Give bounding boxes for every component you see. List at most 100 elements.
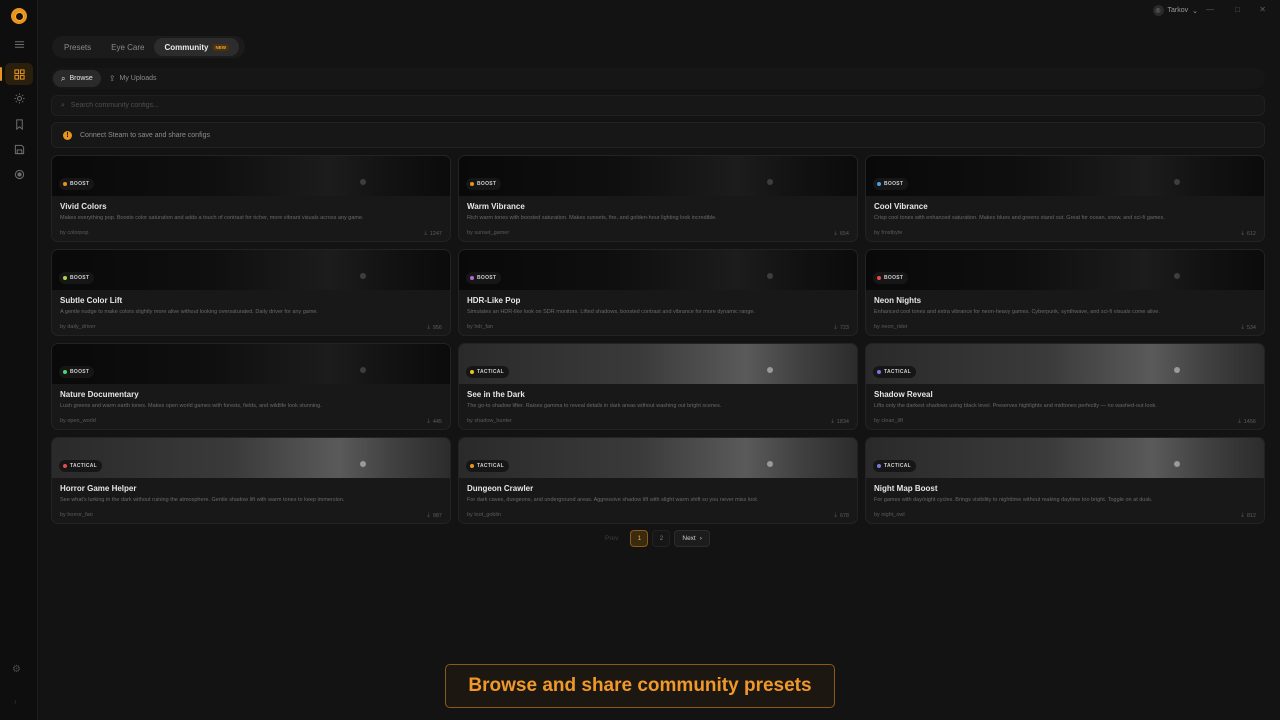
category-badge: TACTICAL (466, 460, 510, 472)
preset-preview: BOOST (459, 156, 857, 196)
download-count-value: 812 (1246, 512, 1256, 519)
next-button[interactable]: Next › (674, 530, 710, 547)
bookmark-icon[interactable] (5, 113, 33, 135)
search-icon: ⌕ (61, 101, 65, 109)
pagination: Prev 1 2 Next › (597, 530, 710, 547)
category-label: BOOST (477, 275, 497, 281)
category-dot (470, 370, 474, 374)
search-input[interactable] (70, 102, 471, 109)
preset-card[interactable]: TACTICAL Night Map Boost For games with … (865, 437, 1265, 524)
preset-description: The go-to shadow lifter. Raises gamma to… (467, 403, 722, 409)
my-uploads-button[interactable]: ⇪ My Uploads (101, 70, 165, 87)
gear-icon[interactable]: ⚙ (12, 664, 21, 675)
user-name: Tarkov (1167, 7, 1189, 14)
page-2-button[interactable]: 2 (652, 530, 671, 547)
preview-handle (767, 367, 773, 373)
preset-card[interactable]: BOOST Cool Vibrance Crisp cool tones wit… (865, 155, 1265, 242)
preset-description: Simulates an HDR-like look on SDR monito… (467, 309, 755, 315)
record-icon[interactable] (5, 163, 33, 185)
user-menu[interactable]: ◎ Tarkov ⌄ (1152, 5, 1198, 16)
collapse-icon[interactable]: › (14, 697, 17, 706)
preset-card[interactable]: TACTICAL See in the Dark The go-to shado… (458, 343, 858, 430)
preset-title: Nature Documentary (60, 390, 139, 399)
download-icon: ⤓ (834, 512, 837, 518)
download-icon: ⤓ (427, 324, 430, 330)
tab-label: Presets (64, 42, 92, 52)
download-icon: ⤓ (1241, 230, 1244, 236)
preset-preview: BOOST (52, 250, 450, 290)
preset-author: by frostbyte (874, 230, 903, 236)
maximize-button[interactable]: □ (1235, 5, 1240, 14)
sun-icon[interactable] (5, 87, 33, 109)
category-label: TACTICAL (477, 463, 505, 469)
preset-description: For dark caves, dungeons, and undergroun… (467, 497, 759, 503)
category-dot (63, 370, 67, 374)
preset-card[interactable]: BOOST Warm Vibrance Rich warm tones with… (458, 155, 858, 242)
preset-card[interactable]: BOOST HDR-Like Pop Simulates an HDR-like… (458, 249, 858, 336)
preview-handle (767, 273, 773, 279)
app-logo (11, 8, 27, 24)
download-icon: ⤓ (1238, 418, 1241, 424)
category-dot (63, 182, 67, 186)
download-count: ⤓ 654 (834, 230, 849, 237)
menu-icon[interactable] (5, 33, 33, 55)
preset-title: Subtle Color Lift (60, 296, 123, 305)
preset-description: A gentle nudge to make colors slightly m… (60, 309, 319, 315)
category-badge: BOOST (466, 272, 502, 284)
community-subnav: ⌕ Browse ⇪ My Uploads (51, 68, 1265, 89)
preset-author: by open_world (60, 418, 96, 424)
download-icon: ⤓ (834, 324, 837, 330)
preset-description: Rich warm tones with boosted saturation.… (467, 215, 717, 221)
preset-preview: BOOST (866, 156, 1264, 196)
preset-card[interactable]: BOOST Subtle Color Lift A gentle nudge t… (51, 249, 451, 336)
steam-notice: ! Connect Steam to save and share config… (51, 122, 1265, 148)
grid-icon[interactable] (0, 63, 33, 85)
category-label: BOOST (884, 181, 904, 187)
tab-eye-care[interactable]: Eye Care (101, 38, 154, 56)
download-icon: ⤓ (834, 230, 837, 236)
preset-description: For games with day/night cycles. Brings … (874, 497, 1153, 503)
prev-button[interactable]: Prev (597, 530, 626, 547)
preset-author: by sunset_gamer (467, 230, 510, 236)
preset-description: Lush greens and warm earth tones. Makes … (60, 403, 322, 409)
preview-handle (1174, 461, 1180, 467)
tab-community[interactable]: Community NEW (154, 38, 239, 56)
category-dot (877, 370, 881, 374)
category-badge: TACTICAL (873, 366, 917, 378)
next-label: Next (682, 535, 696, 542)
category-label: BOOST (477, 181, 497, 187)
preset-author: by horror_fan (60, 512, 93, 518)
preset-card[interactable]: BOOST Neon Nights Enhanced cool tones an… (865, 249, 1265, 336)
preset-card[interactable]: BOOST Vivid Colors Makes everything pop.… (51, 155, 451, 242)
tab-presets[interactable]: Presets (54, 38, 101, 56)
download-count-value: 1834 (836, 418, 849, 425)
browse-button[interactable]: ⌕ Browse (53, 70, 101, 87)
preset-grid: BOOST Vivid Colors Makes everything pop.… (51, 155, 1265, 524)
preset-preview: BOOST (459, 250, 857, 290)
preset-preview: TACTICAL (459, 438, 857, 478)
preset-title: Horror Game Helper (60, 484, 137, 493)
preset-card[interactable]: TACTICAL Shadow Reveal Lifts only the da… (865, 343, 1265, 430)
preview-handle (360, 179, 366, 185)
minimize-button[interactable]: — (1206, 5, 1214, 14)
preset-card[interactable]: BOOST Nature Documentary Lush greens and… (51, 343, 451, 430)
download-count-value: 534 (1246, 324, 1256, 331)
download-icon: ⤓ (1241, 512, 1244, 518)
preset-card[interactable]: TACTICAL Horror Game Helper See what's l… (51, 437, 451, 524)
category-dot (470, 464, 474, 468)
preset-card[interactable]: TACTICAL Dungeon Crawler For dark caves,… (458, 437, 858, 524)
page-1-button[interactable]: 1 (630, 530, 649, 547)
preset-title: Neon Nights (874, 296, 922, 305)
category-badge: TACTICAL (873, 460, 917, 472)
preview-handle (360, 367, 366, 373)
preset-description: See what's lurking in the dark without r… (60, 497, 345, 503)
save-icon[interactable] (5, 138, 33, 160)
category-badge: BOOST (59, 178, 95, 190)
category-badge: BOOST (59, 366, 95, 378)
category-badge: BOOST (873, 272, 909, 284)
category-dot (877, 464, 881, 468)
category-label: BOOST (70, 369, 90, 375)
preset-author: by shadow_hunter (467, 418, 512, 424)
download-count: ⤓ 1247 (424, 230, 442, 237)
close-button[interactable]: ✕ (1259, 5, 1266, 14)
